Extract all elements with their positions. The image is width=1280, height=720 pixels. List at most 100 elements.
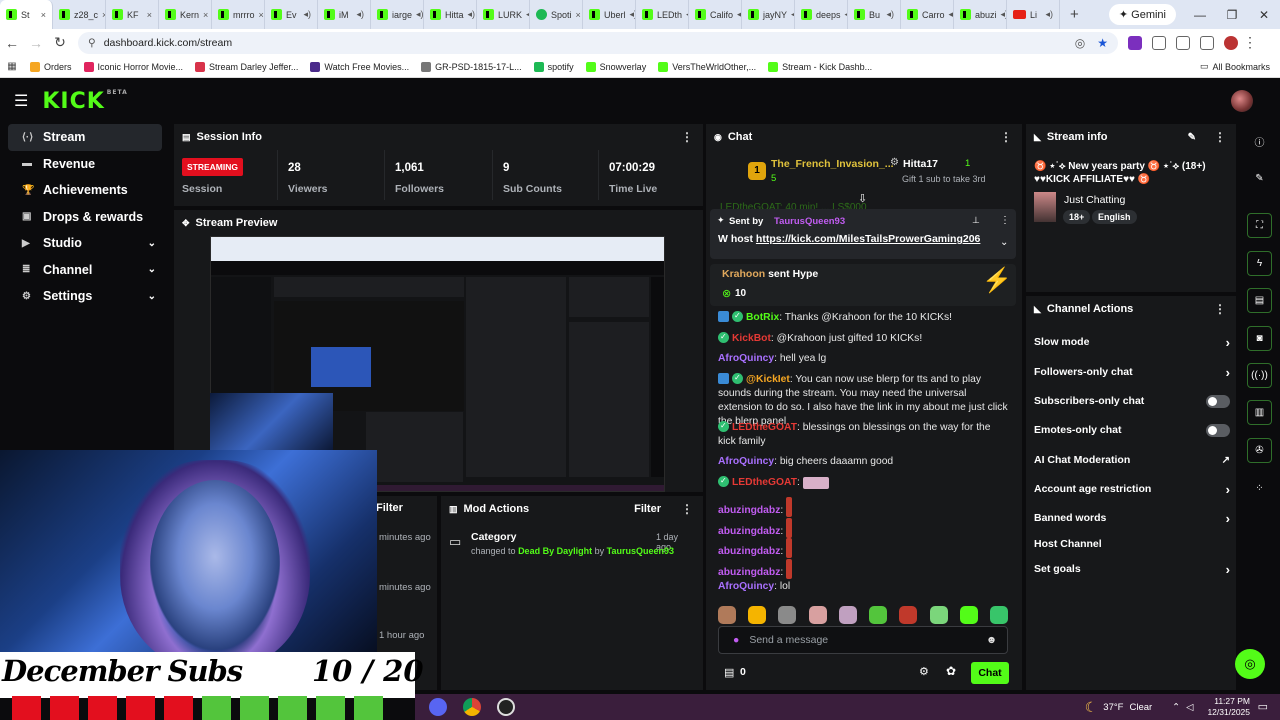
- close-icon[interactable]: ×: [203, 10, 208, 20]
- kebab-menu-icon[interactable]: ⋮: [681, 502, 693, 516]
- browser-tab[interactable]: jayNY◂): [742, 0, 795, 29]
- apps-icon[interactable]: ▦: [0, 61, 24, 72]
- filter-button[interactable]: Filter: [376, 502, 403, 514]
- channel-action-slow-mode[interactable]: Slow mode ›: [1034, 332, 1230, 352]
- sidebar-item-revenue[interactable]: ▬ Revenue: [8, 151, 162, 178]
- edit-icon[interactable]: ✎: [1188, 132, 1196, 143]
- channel-action-set-goals[interactable]: Set goals ›: [1034, 559, 1230, 579]
- close-icon[interactable]: ×: [576, 10, 581, 20]
- browser-tab[interactable]: Bu ◂): [848, 0, 901, 29]
- emote-icon[interactable]: [869, 606, 888, 624]
- settings-icon[interactable]: ⚙: [919, 665, 929, 678]
- channel-action-followers-only-chat[interactable]: Followers-only chat ›: [1034, 362, 1230, 382]
- minimize-icon[interactable]: —: [1184, 8, 1216, 22]
- mic-icon[interactable]: ●: [733, 634, 739, 646]
- browser-tab[interactable]: abuzi◂): [954, 0, 1007, 29]
- audio-icon[interactable]: ◂): [356, 9, 364, 20]
- bookmark-star-icon[interactable]: ★: [1097, 36, 1108, 50]
- bookmark-item[interactable]: Stream Darley Jeffer...: [195, 61, 298, 72]
- sidebar-item-channel[interactable]: ≣ Channel ⌄: [8, 257, 162, 284]
- browser-tab[interactable]: Hitta ◂): [424, 0, 477, 29]
- chat-username[interactable]: LEDtheGOAT: [732, 422, 797, 433]
- channel-action-host-channel[interactable]: Host Channel: [1034, 534, 1230, 554]
- browser-tab[interactable]: mrrro ×: [212, 0, 265, 29]
- kick-logo[interactable]: KICK BETA: [42, 89, 127, 114]
- category-thumbnail[interactable]: [1034, 192, 1056, 222]
- info-icon[interactable]: ⓘ: [1247, 129, 1272, 154]
- emote-icon[interactable]: [929, 606, 948, 624]
- browser-tab[interactable]: z28_c×: [53, 0, 106, 29]
- all-bookmarks[interactable]: ▭ All Bookmarks: [1200, 61, 1270, 72]
- browser-tab[interactable]: Ev ◂): [265, 0, 318, 29]
- obs-icon[interactable]: [497, 698, 515, 716]
- chat-username[interactable]: BotRix: [746, 312, 779, 323]
- kebab-menu-icon[interactable]: ⋮: [1214, 302, 1226, 316]
- emote-icon[interactable]: [959, 606, 978, 624]
- chat-username[interactable]: abuzingdabz: [718, 567, 780, 578]
- bookmark-item[interactable]: VersTheWrldOther,...: [658, 61, 756, 72]
- broadcast-icon[interactable]: ((·)): [1247, 363, 1272, 388]
- browser-tab[interactable]: Califo◂): [689, 0, 742, 29]
- expand-chevron-icon[interactable]: ⌄: [1000, 237, 1008, 248]
- puzzle-icon[interactable]: [1152, 35, 1166, 50]
- chat-username[interactable]: AfroQuincy: [718, 353, 774, 364]
- browser-tab[interactable]: St ×: [0, 0, 53, 29]
- wrench-icon[interactable]: ✇: [1247, 438, 1272, 463]
- browser-tab[interactable]: deeps◂): [795, 0, 848, 29]
- speaker-icon[interactable]: ◁: [1186, 702, 1193, 713]
- browser-tab[interactable]: Kern ×: [159, 0, 212, 29]
- apps-icon[interactable]: ⁘: [1247, 476, 1272, 501]
- discord-icon[interactable]: [429, 698, 447, 716]
- audio-icon[interactable]: ◂): [886, 9, 894, 20]
- eye-off-icon[interactable]: ◎: [1075, 36, 1085, 50]
- chat-username[interactable]: @KickIet: [746, 374, 790, 385]
- bookmark-item[interactable]: Watch Free Movies...: [310, 61, 409, 72]
- sidebar-item-settings[interactable]: ⚙ Settings ⌄: [8, 283, 162, 310]
- profile-icon[interactable]: [1224, 35, 1238, 50]
- chat-username[interactable]: AfroQuincy: [718, 456, 774, 467]
- chat-username[interactable]: AfroQuincy: [718, 581, 774, 592]
- lightning-icon[interactable]: ϟ: [1247, 251, 1272, 276]
- emote-icon[interactable]: [718, 606, 736, 624]
- emote-icon[interactable]: [838, 606, 857, 624]
- help-chat-button[interactable]: ◎: [1235, 649, 1265, 679]
- side-panel-icon[interactable]: [1176, 35, 1190, 50]
- layout-icon[interactable]: ▥: [1247, 400, 1272, 425]
- audio-icon[interactable]: ◂): [303, 9, 311, 20]
- gifter-name[interactable]: Hitta17: [903, 158, 938, 170]
- send-chat-button[interactable]: Chat: [971, 662, 1009, 684]
- tray-chevron-icon[interactable]: ⌃: [1172, 702, 1180, 713]
- back-icon[interactable]: ←: [0, 35, 24, 51]
- pinned-link[interactable]: https://kick.com/MilesTailsProwerGaming2…: [756, 233, 980, 245]
- filter-button[interactable]: Filter: [634, 503, 661, 515]
- bookmark-item[interactable]: Stream - Kick Dashb...: [768, 61, 872, 72]
- kebab-menu-icon[interactable]: ⋮: [681, 130, 693, 144]
- browser-tab[interactable]: LEDth◂): [636, 0, 689, 29]
- restore-icon[interactable]: ❐: [1216, 8, 1248, 22]
- emote-icon[interactable]: [989, 606, 1008, 624]
- sidebar-item-drops-rewards[interactable]: ▣ Drops & rewards: [8, 204, 162, 231]
- audio-icon[interactable]: ◂): [416, 9, 423, 20]
- browser-tab[interactable]: Li ◂): [1007, 0, 1060, 29]
- emote-icon[interactable]: [899, 606, 918, 624]
- sender-name[interactable]: TaurusQueen93: [774, 216, 845, 227]
- browser-tab[interactable]: KF ×: [106, 0, 159, 29]
- site-info-icon[interactable]: ⚲: [88, 37, 96, 49]
- bookmark-item[interactable]: GR-PSD-1815-17-L...: [421, 61, 522, 72]
- bookmark-item[interactable]: spotify: [533, 61, 574, 72]
- hype-user[interactable]: Krahoon: [722, 268, 765, 280]
- weather-widget[interactable]: ☾ 37°F Clear ⌃ ◁: [1085, 699, 1194, 716]
- emote-picker-icon[interactable]: ✿: [946, 664, 956, 678]
- audio-icon[interactable]: ◂): [1045, 9, 1053, 20]
- hamburger-menu-icon[interactable]: ☰: [14, 91, 28, 111]
- browser-tab[interactable]: Uberl◂): [583, 0, 636, 29]
- reload-icon[interactable]: ↻: [48, 34, 72, 51]
- chat-icon[interactable]: ◙: [1247, 326, 1272, 351]
- browser-tab[interactable]: Spoti ×: [530, 0, 583, 29]
- close-icon[interactable]: ×: [147, 10, 152, 20]
- close-icon[interactable]: ×: [41, 10, 46, 20]
- gemini-button[interactable]: ✦ Gemini: [1108, 4, 1176, 25]
- notification-icon[interactable]: ▭: [1258, 700, 1268, 713]
- close-icon[interactable]: ×: [259, 10, 264, 20]
- pencil-icon[interactable]: ✎: [1247, 166, 1272, 191]
